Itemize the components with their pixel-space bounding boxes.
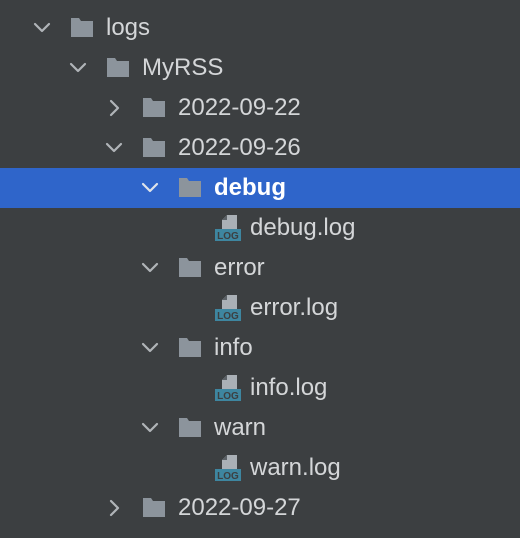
tree-item-label: 2022-09-22: [178, 94, 301, 121]
svg-text:LOG: LOG: [217, 311, 239, 322]
tree-row-error[interactable]: error: [0, 248, 520, 288]
tree-row-debug[interactable]: debug: [0, 168, 520, 208]
chevron-down-icon[interactable]: [104, 138, 124, 158]
chevron-right-icon[interactable]: [104, 498, 124, 518]
folder-icon: [179, 258, 201, 277]
tree-item-label: 2022-09-27: [178, 494, 301, 521]
tree-item-label: info.log: [250, 374, 328, 401]
chevron-down-icon[interactable]: [140, 258, 160, 278]
log-file-icon: LOG: [215, 455, 241, 482]
tree-item-label: logs: [106, 14, 151, 41]
tree-row-2022-09-26[interactable]: 2022-09-26: [0, 128, 520, 168]
project-tree: logs MyRSS 2022-09-22 2022-09-26 debug L…: [0, 0, 520, 538]
folder-icon: [107, 58, 129, 77]
tree-row-info[interactable]: info: [0, 328, 520, 368]
log-file-icon: LOG: [215, 295, 241, 322]
chevron-down-icon[interactable]: [140, 338, 160, 358]
chevron-down-icon[interactable]: [140, 178, 160, 198]
chevron-down-icon[interactable]: [140, 418, 160, 438]
tree-item-label: warn: [214, 414, 267, 441]
tree-item-label: error.log: [250, 294, 339, 321]
folder-icon: [143, 98, 165, 117]
folder-icon: [71, 18, 93, 37]
folder-icon: [179, 418, 201, 437]
tree-row-logs[interactable]: logs: [0, 8, 520, 48]
tree-row-warn[interactable]: warn: [0, 408, 520, 448]
tree-item-label: 2022-09-26: [178, 134, 301, 161]
folder-icon: [143, 138, 165, 157]
svg-text:LOG: LOG: [217, 391, 239, 402]
tree-row-debug-log[interactable]: LOG debug.log: [0, 208, 520, 248]
svg-text:LOG: LOG: [217, 231, 239, 242]
folder-icon: [179, 178, 201, 197]
tree-row-info-log[interactable]: LOG info.log: [0, 368, 520, 408]
tree-row-partial[interactable]: [0, 528, 520, 538]
chevron-right-icon[interactable]: [104, 98, 124, 118]
tree-item-label: warn.log: [250, 454, 341, 481]
tree-row-myrss[interactable]: MyRSS: [0, 48, 520, 88]
tree-row-error-log[interactable]: LOG error.log: [0, 288, 520, 328]
tree-item-label: MyRSS: [142, 54, 224, 81]
tree-row-warn-log[interactable]: LOG warn.log: [0, 448, 520, 488]
tree-item-label: debug: [214, 174, 286, 201]
log-file-icon: LOG: [215, 215, 241, 242]
tree-item-label: error: [214, 254, 265, 281]
chevron-down-icon[interactable]: [32, 18, 52, 38]
chevron-down-icon[interactable]: [68, 58, 88, 78]
tree-item-label: debug.log: [250, 214, 356, 241]
tree-item-label: info: [214, 334, 253, 361]
svg-text:LOG: LOG: [217, 471, 239, 482]
folder-icon: [179, 338, 201, 357]
tree-row-2022-09-27[interactable]: 2022-09-27: [0, 488, 520, 528]
log-file-icon: LOG: [215, 375, 241, 402]
folder-icon: [143, 498, 165, 517]
tree-row-2022-09-22[interactable]: 2022-09-22: [0, 88, 520, 128]
